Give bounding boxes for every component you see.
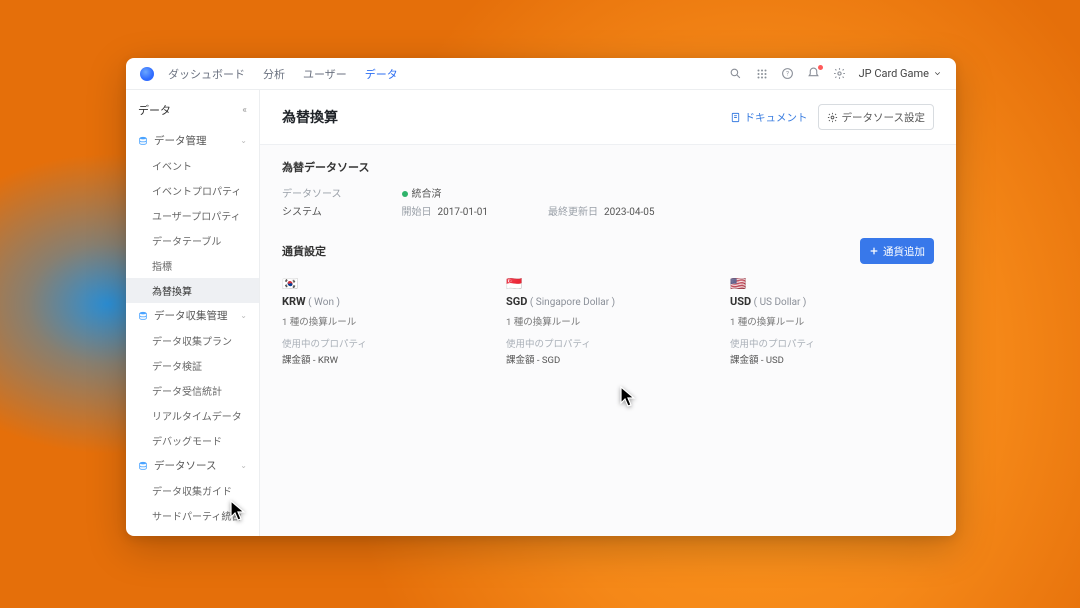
property-label: 使用中のプロパティ [506,336,710,350]
nav-tab[interactable]: データ [365,58,398,90]
sidebar-item[interactable]: データテーブル [126,228,259,253]
rule-count: 1 種の換算ルール [506,314,710,328]
currency-code: USD [730,295,751,308]
datasource-value: システム [282,203,342,218]
topbar: ダッシュボード分析ユーザーデータ ? JP Card Game [126,58,956,90]
help-icon[interactable]: ? [781,67,795,81]
property-label: 使用中のプロパティ [730,336,934,350]
flag-icon: 🇺🇸 [730,278,934,291]
nav-tabs: ダッシュボード分析ユーザーデータ [168,58,398,90]
apps-grid-icon[interactable] [755,67,769,81]
sidebar-item[interactable]: デバッグモード [126,428,259,453]
updated-meta: 最終更新日2023-04-05 [548,185,655,218]
property-label: 使用中のプロパティ [282,336,486,350]
page-title: 為替換算 [282,107,338,127]
rule-count: 1 種の換算ルール [730,314,934,328]
content: 為替データソース データソース システム 統合済 開始日2017-01-01 最… [260,145,956,380]
sidebar-header: データ « [126,98,259,128]
currency-card[interactable]: 🇺🇸 USD ( US Dollar ) 1 種の換算ルール使用中のプロパティ課金額… [730,278,934,366]
rule-count: 1 種の換算ルール [282,314,486,328]
currency-name: ( Won ) [308,297,340,308]
add-currency-button[interactable]: 通貨追加 [860,238,934,264]
chevron-down-icon [933,69,942,78]
currency-code: SGD [506,295,527,308]
sidebar-item[interactable]: 為替換算 [126,278,259,303]
link-icon [730,112,741,123]
sidebar-item[interactable]: データ収集プラン [126,328,259,353]
start-date-row: 開始日2017-01-01 [402,203,489,218]
svg-text:?: ? [786,71,789,78]
flag-icon: 🇸🇬 [506,278,710,291]
sidebar-item[interactable]: 指標 [126,253,259,278]
sidebar: データ « データ管理⌄イベントイベントプロパティユーザープロパティデータテーブ… [126,90,260,536]
main-header: 為替換算 ドキュメント データソース設定 [260,90,956,145]
topbar-icons: ? JP Card Game [729,67,942,81]
currency-name: ( Singapore Dollar ) [530,297,615,308]
settings-gear-icon[interactable] [833,67,847,81]
source-section-title: 為替データソース [282,159,934,175]
currency-settings-title: 通貨設定 [282,243,326,259]
sidebar-item[interactable]: データ受信統計 [126,378,259,403]
currency-card[interactable]: 🇰🇷 KRW ( Won ) 1 種の換算ルール使用中のプロパティ課金額 - KRW [282,278,486,366]
property-value: 課金額 - USD [730,352,934,366]
main-area: 為替換算 ドキュメント データソース設定 為替データソース データソース [260,90,956,536]
chevron-down-icon: ⌄ [240,136,247,145]
collapse-sidebar-icon[interactable]: « [242,105,247,116]
sidebar-title: データ [138,102,171,118]
updated-date-row: 最終更新日2023-04-05 [548,203,655,218]
sidebar-item[interactable]: イベント [126,153,259,178]
currency-code: KRW [282,295,306,308]
sidebar-group-header[interactable]: データ収集管理⌄ [126,303,259,328]
status-start-meta: 統合済 開始日2017-01-01 [402,185,489,218]
nav-tab[interactable]: 分析 [263,58,285,90]
database-icon [138,136,148,146]
database-icon [138,311,148,321]
currency-settings-header: 通貨設定 通貨追加 [282,238,934,264]
nav-tab[interactable]: ダッシュボード [168,58,245,90]
database-icon [138,461,148,471]
app-logo-icon [140,67,154,81]
status-dot-icon [402,191,408,197]
chevron-down-icon: ⌄ [240,461,247,470]
currency-card[interactable]: 🇸🇬 SGD ( Singapore Dollar ) 1 種の換算ルール使用中のプ… [506,278,710,366]
currency-cards: 🇰🇷KRW ( Won )1 種の換算ルール使用中のプロパティ課金額 - KRW… [282,278,934,366]
flag-icon: 🇰🇷 [282,278,486,291]
team-selector[interactable]: JP Card Game [859,67,942,80]
sidebar-item[interactable]: ユーザープロパティ [126,203,259,228]
datasource-label: データソース [282,185,342,200]
plus-icon [869,246,879,256]
sidebar-item[interactable]: イベントプロパティ [126,178,259,203]
team-name-label: JP Card Game [859,67,929,80]
sidebar-item[interactable]: リアルタイムデータ [126,403,259,428]
datasource-settings-button[interactable]: データソース設定 [818,104,934,130]
nav-tab[interactable]: ユーザー [303,58,347,90]
property-value: 課金額 - SGD [506,352,710,366]
document-link-button[interactable]: ドキュメント [730,110,808,125]
sidebar-item[interactable]: データ収集ガイド [126,478,259,503]
notifications-icon[interactable] [807,67,821,81]
sidebar-item[interactable]: サードパーティ統合 [126,503,259,528]
search-icon[interactable] [729,67,743,81]
app-window: ダッシュボード分析ユーザーデータ ? JP Card Game [126,58,956,536]
source-meta-row: データソース システム 統合済 開始日2017-01-01 最終更新日2023-… [282,185,934,218]
chevron-down-icon: ⌄ [240,311,247,320]
property-value: 課金額 - KRW [282,352,486,366]
sidebar-group-header[interactable]: データ管理⌄ [126,128,259,153]
status-value: 統合済 [402,185,489,200]
sidebar-group-header[interactable]: データソース⌄ [126,453,259,478]
currency-name: ( US Dollar ) [754,297,807,308]
sidebar-item[interactable]: データ検証 [126,353,259,378]
datasource-meta: データソース システム [282,185,342,218]
gear-icon [827,112,838,123]
